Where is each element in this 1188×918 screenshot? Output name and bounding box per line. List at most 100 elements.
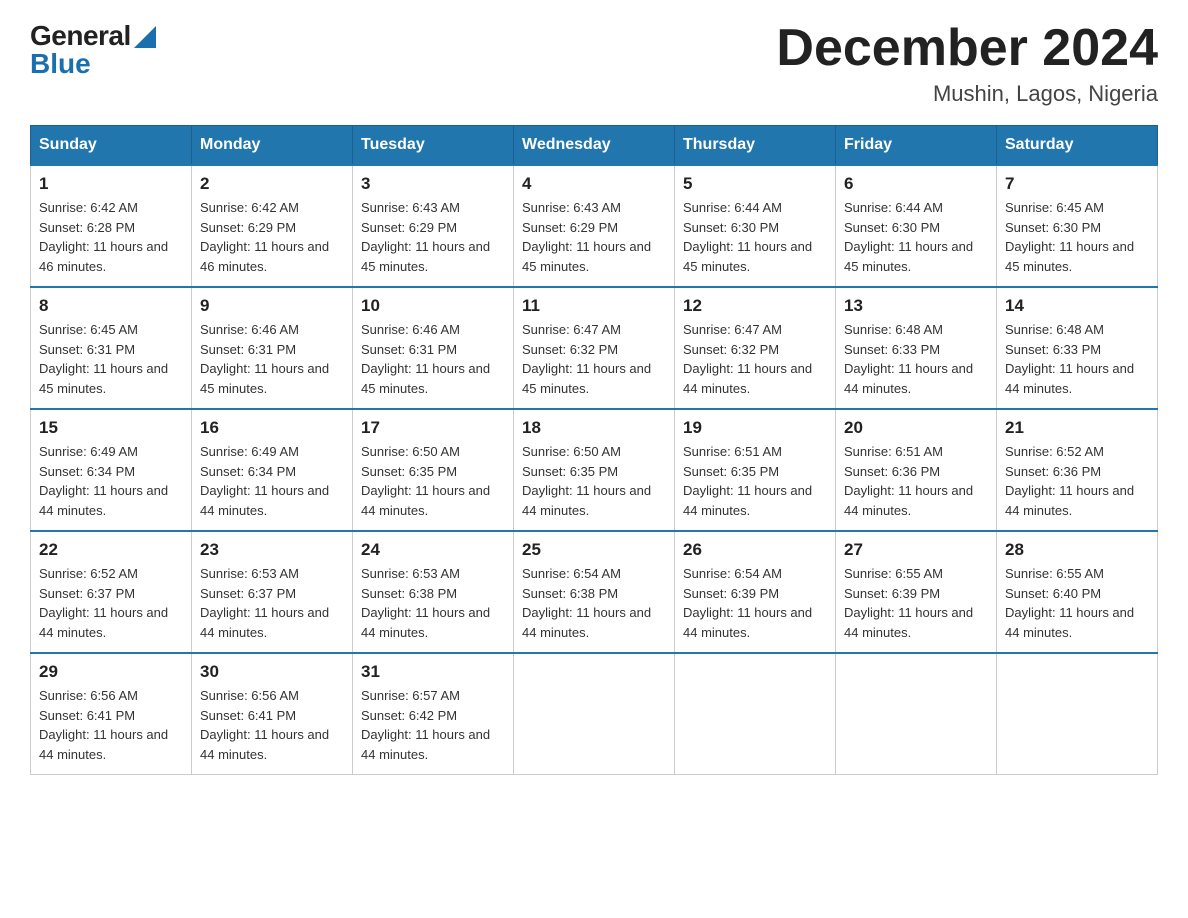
calendar-cell	[997, 653, 1158, 775]
day-number: 12	[683, 296, 827, 316]
day-number: 30	[200, 662, 344, 682]
day-number: 6	[844, 174, 988, 194]
day-number: 11	[522, 296, 666, 316]
day-number: 9	[200, 296, 344, 316]
title-block: December 2024 Mushin, Lagos, Nigeria	[776, 20, 1158, 107]
week-row-5: 29 Sunrise: 6:56 AMSunset: 6:41 PMDaylig…	[31, 653, 1158, 775]
day-number: 14	[1005, 296, 1149, 316]
day-info: Sunrise: 6:47 AMSunset: 6:32 PMDaylight:…	[683, 322, 812, 396]
header-wednesday: Wednesday	[514, 126, 675, 166]
day-info: Sunrise: 6:56 AMSunset: 6:41 PMDaylight:…	[200, 688, 329, 762]
day-number: 20	[844, 418, 988, 438]
day-info: Sunrise: 6:45 AMSunset: 6:31 PMDaylight:…	[39, 322, 168, 396]
day-number: 16	[200, 418, 344, 438]
calendar-cell: 3 Sunrise: 6:43 AMSunset: 6:29 PMDayligh…	[353, 165, 514, 287]
day-info: Sunrise: 6:54 AMSunset: 6:38 PMDaylight:…	[522, 566, 651, 640]
day-info: Sunrise: 6:42 AMSunset: 6:28 PMDaylight:…	[39, 200, 168, 274]
calendar-cell: 10 Sunrise: 6:46 AMSunset: 6:31 PMDaylig…	[353, 287, 514, 409]
logo-blue-text: Blue	[30, 48, 91, 79]
calendar-cell: 13 Sunrise: 6:48 AMSunset: 6:33 PMDaylig…	[836, 287, 997, 409]
header-saturday: Saturday	[997, 126, 1158, 166]
calendar-cell: 25 Sunrise: 6:54 AMSunset: 6:38 PMDaylig…	[514, 531, 675, 653]
day-info: Sunrise: 6:52 AMSunset: 6:36 PMDaylight:…	[1005, 444, 1134, 518]
calendar-cell: 24 Sunrise: 6:53 AMSunset: 6:38 PMDaylig…	[353, 531, 514, 653]
page-header: General Blue December 2024 Mushin, Lagos…	[30, 20, 1158, 107]
calendar-cell: 21 Sunrise: 6:52 AMSunset: 6:36 PMDaylig…	[997, 409, 1158, 531]
day-info: Sunrise: 6:42 AMSunset: 6:29 PMDaylight:…	[200, 200, 329, 274]
day-info: Sunrise: 6:51 AMSunset: 6:36 PMDaylight:…	[844, 444, 973, 518]
week-row-1: 1 Sunrise: 6:42 AMSunset: 6:28 PMDayligh…	[31, 165, 1158, 287]
day-number: 26	[683, 540, 827, 560]
day-info: Sunrise: 6:43 AMSunset: 6:29 PMDaylight:…	[361, 200, 490, 274]
day-number: 1	[39, 174, 183, 194]
day-number: 4	[522, 174, 666, 194]
day-number: 3	[361, 174, 505, 194]
day-info: Sunrise: 6:57 AMSunset: 6:42 PMDaylight:…	[361, 688, 490, 762]
calendar-cell: 7 Sunrise: 6:45 AMSunset: 6:30 PMDayligh…	[997, 165, 1158, 287]
calendar-cell: 4 Sunrise: 6:43 AMSunset: 6:29 PMDayligh…	[514, 165, 675, 287]
day-info: Sunrise: 6:43 AMSunset: 6:29 PMDaylight:…	[522, 200, 651, 274]
calendar-cell: 6 Sunrise: 6:44 AMSunset: 6:30 PMDayligh…	[836, 165, 997, 287]
calendar-cell: 28 Sunrise: 6:55 AMSunset: 6:40 PMDaylig…	[997, 531, 1158, 653]
day-number: 15	[39, 418, 183, 438]
day-number: 19	[683, 418, 827, 438]
day-info: Sunrise: 6:51 AMSunset: 6:35 PMDaylight:…	[683, 444, 812, 518]
calendar-cell: 18 Sunrise: 6:50 AMSunset: 6:35 PMDaylig…	[514, 409, 675, 531]
day-number: 7	[1005, 174, 1149, 194]
day-number: 2	[200, 174, 344, 194]
logo-triangle-icon	[134, 26, 156, 48]
day-number: 28	[1005, 540, 1149, 560]
day-number: 13	[844, 296, 988, 316]
day-info: Sunrise: 6:48 AMSunset: 6:33 PMDaylight:…	[844, 322, 973, 396]
calendar-cell: 22 Sunrise: 6:52 AMSunset: 6:37 PMDaylig…	[31, 531, 192, 653]
calendar-cell: 15 Sunrise: 6:49 AMSunset: 6:34 PMDaylig…	[31, 409, 192, 531]
calendar-cell: 1 Sunrise: 6:42 AMSunset: 6:28 PMDayligh…	[31, 165, 192, 287]
day-info: Sunrise: 6:53 AMSunset: 6:37 PMDaylight:…	[200, 566, 329, 640]
page-subtitle: Mushin, Lagos, Nigeria	[776, 81, 1158, 107]
day-number: 21	[1005, 418, 1149, 438]
calendar-cell: 26 Sunrise: 6:54 AMSunset: 6:39 PMDaylig…	[675, 531, 836, 653]
day-number: 29	[39, 662, 183, 682]
day-info: Sunrise: 6:52 AMSunset: 6:37 PMDaylight:…	[39, 566, 168, 640]
day-info: Sunrise: 6:48 AMSunset: 6:33 PMDaylight:…	[1005, 322, 1134, 396]
calendar-cell: 5 Sunrise: 6:44 AMSunset: 6:30 PMDayligh…	[675, 165, 836, 287]
header-sunday: Sunday	[31, 126, 192, 166]
calendar-header-row: Sunday Monday Tuesday Wednesday Thursday…	[31, 126, 1158, 166]
day-number: 24	[361, 540, 505, 560]
calendar-cell: 27 Sunrise: 6:55 AMSunset: 6:39 PMDaylig…	[836, 531, 997, 653]
day-info: Sunrise: 6:55 AMSunset: 6:40 PMDaylight:…	[1005, 566, 1134, 640]
calendar-cell: 23 Sunrise: 6:53 AMSunset: 6:37 PMDaylig…	[192, 531, 353, 653]
day-number: 23	[200, 540, 344, 560]
week-row-2: 8 Sunrise: 6:45 AMSunset: 6:31 PMDayligh…	[31, 287, 1158, 409]
calendar-cell: 29 Sunrise: 6:56 AMSunset: 6:41 PMDaylig…	[31, 653, 192, 775]
day-number: 8	[39, 296, 183, 316]
day-info: Sunrise: 6:47 AMSunset: 6:32 PMDaylight:…	[522, 322, 651, 396]
day-number: 10	[361, 296, 505, 316]
day-info: Sunrise: 6:45 AMSunset: 6:30 PMDaylight:…	[1005, 200, 1134, 274]
day-info: Sunrise: 6:54 AMSunset: 6:39 PMDaylight:…	[683, 566, 812, 640]
calendar-cell	[514, 653, 675, 775]
calendar-cell	[675, 653, 836, 775]
logo: General Blue	[30, 20, 156, 80]
calendar-cell: 31 Sunrise: 6:57 AMSunset: 6:42 PMDaylig…	[353, 653, 514, 775]
day-number: 18	[522, 418, 666, 438]
day-info: Sunrise: 6:56 AMSunset: 6:41 PMDaylight:…	[39, 688, 168, 762]
day-number: 25	[522, 540, 666, 560]
day-info: Sunrise: 6:46 AMSunset: 6:31 PMDaylight:…	[361, 322, 490, 396]
calendar-cell	[836, 653, 997, 775]
day-info: Sunrise: 6:55 AMSunset: 6:39 PMDaylight:…	[844, 566, 973, 640]
calendar-cell: 30 Sunrise: 6:56 AMSunset: 6:41 PMDaylig…	[192, 653, 353, 775]
day-number: 31	[361, 662, 505, 682]
week-row-3: 15 Sunrise: 6:49 AMSunset: 6:34 PMDaylig…	[31, 409, 1158, 531]
header-friday: Friday	[836, 126, 997, 166]
calendar-cell: 14 Sunrise: 6:48 AMSunset: 6:33 PMDaylig…	[997, 287, 1158, 409]
day-number: 5	[683, 174, 827, 194]
page-title: December 2024	[776, 20, 1158, 77]
calendar-cell: 17 Sunrise: 6:50 AMSunset: 6:35 PMDaylig…	[353, 409, 514, 531]
day-number: 22	[39, 540, 183, 560]
day-info: Sunrise: 6:44 AMSunset: 6:30 PMDaylight:…	[683, 200, 812, 274]
day-info: Sunrise: 6:44 AMSunset: 6:30 PMDaylight:…	[844, 200, 973, 274]
header-thursday: Thursday	[675, 126, 836, 166]
calendar-cell: 12 Sunrise: 6:47 AMSunset: 6:32 PMDaylig…	[675, 287, 836, 409]
calendar-cell: 9 Sunrise: 6:46 AMSunset: 6:31 PMDayligh…	[192, 287, 353, 409]
